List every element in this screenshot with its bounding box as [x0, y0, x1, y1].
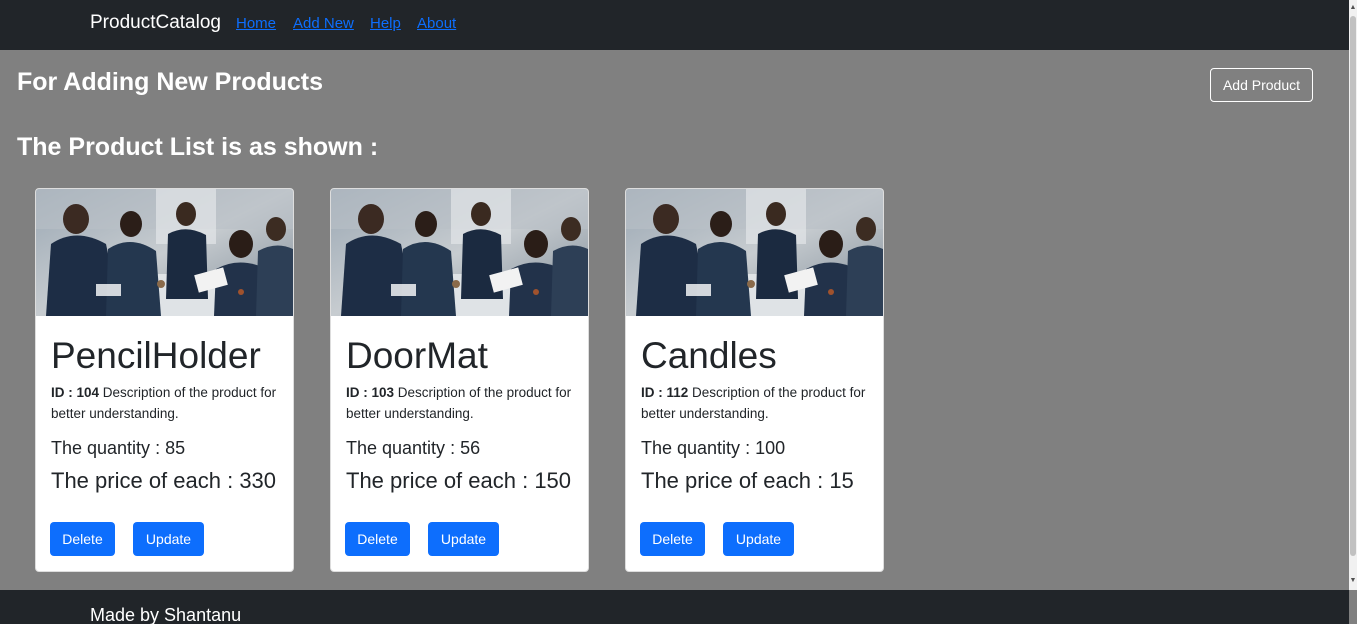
update-button[interactable]: Update: [723, 522, 794, 556]
delete-button[interactable]: Delete: [640, 522, 705, 556]
product-image: [626, 189, 883, 316]
delete-button[interactable]: Delete: [345, 522, 410, 556]
product-id: ID : 112: [641, 385, 689, 400]
product-name: DoorMat: [346, 335, 488, 376]
product-image: [36, 189, 293, 316]
product-quantity: The quantity : 85: [51, 438, 186, 458]
nav-link-about[interactable]: About: [417, 15, 456, 32]
product-name: PencilHolder: [51, 335, 261, 376]
product-description: ID : 103 Description of the product for …: [346, 382, 581, 424]
product-list-heading: The Product List is as shown :: [17, 133, 379, 161]
update-button[interactable]: Update: [428, 522, 499, 556]
footer-credit: Made by Shantanu: [90, 605, 242, 624]
add-product-button[interactable]: Add Product: [1210, 68, 1313, 102]
product-name: Candles: [641, 335, 777, 376]
product-quantity: The quantity : 100: [641, 438, 786, 458]
product-card: DoorMat ID : 103 Description of the prod…: [330, 188, 589, 572]
product-card: PencilHolder ID : 104 Description of the…: [35, 188, 294, 572]
scroll-up-arrow-icon[interactable]: ▲: [1349, 2, 1357, 14]
add-products-heading: For Adding New Products: [17, 68, 324, 96]
scroll-down-arrow-icon[interactable]: ▼: [1349, 575, 1357, 587]
product-price: The price of each : 150: [346, 468, 572, 493]
update-button[interactable]: Update: [133, 522, 204, 556]
product-id: ID : 103: [346, 385, 395, 400]
nav-link-home[interactable]: Home: [236, 15, 276, 32]
main-content: For Adding New Products Add Product The …: [0, 50, 1349, 590]
product-card: Candles ID : 112 Description of the prod…: [625, 188, 884, 572]
product-price: The price of each : 330: [51, 468, 277, 493]
product-price: The price of each : 15: [641, 468, 854, 493]
delete-button[interactable]: Delete: [50, 522, 115, 556]
product-description: ID : 104 Description of the product for …: [51, 382, 286, 424]
product-description: ID : 112 Description of the product for …: [641, 382, 876, 424]
product-id: ID : 104: [51, 385, 100, 400]
product-quantity: The quantity : 56: [346, 438, 481, 458]
product-image: [331, 189, 588, 316]
navbar: ProductCatalog Home Add New Help About: [0, 0, 1349, 50]
vertical-scrollbar[interactable]: ▲ ▼: [1349, 0, 1357, 590]
brand-logo[interactable]: ProductCatalog: [90, 12, 221, 34]
footer: Made by Shantanu: [0, 590, 1349, 624]
nav-link-help[interactable]: Help: [370, 15, 401, 32]
scrollbar-thumb[interactable]: [1350, 16, 1356, 556]
nav-link-add-new[interactable]: Add New: [293, 15, 354, 32]
